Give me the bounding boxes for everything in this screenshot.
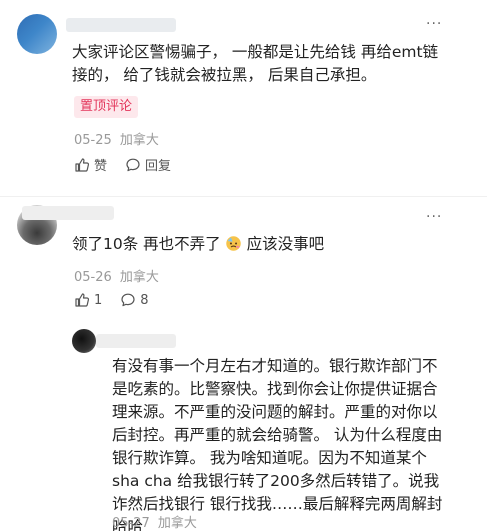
comment-1: ··· 大家评论区警惕骗子， 一般都是让先给钱 再给emt链接的， 给了钱就会被… xyxy=(0,0,487,190)
comment-actions: 1 8 xyxy=(74,292,167,308)
thumb-up-icon xyxy=(75,157,90,172)
comment-date: 05-26 xyxy=(74,270,112,285)
reply-comment: 有没有事一个月左右才知道的。银行欺诈部门不是吃素的。比警察快。找到你会让你提供证… xyxy=(0,321,487,531)
comment-location: 加拿大 xyxy=(157,516,197,531)
avatar[interactable] xyxy=(17,14,57,54)
comment-date: 05-25 xyxy=(74,133,112,148)
reply-label: 回复 xyxy=(145,159,172,174)
more-icon[interactable]: ··· xyxy=(426,209,442,225)
comment-text-part: 应该没事吧 xyxy=(241,235,325,253)
comment-actions: 赞 回复 xyxy=(74,155,189,174)
comment-text: 有没有事一个月左右才知道的。银行欺诈部门不是吃素的。比警察快。找到你会让你提供证… xyxy=(112,357,443,531)
comment-meta: 05-26 加拿大 xyxy=(74,266,159,285)
like-label: 赞 xyxy=(94,159,108,174)
comment-date: 05-27 xyxy=(112,516,150,531)
comment-bubble-icon xyxy=(126,158,140,171)
thumb-up-icon xyxy=(75,293,90,307)
comment-location: 加拿大 xyxy=(119,270,159,285)
comment-text: 领了10条 再也不弄了 应该没事吧 xyxy=(72,233,452,256)
more-icon[interactable]: ··· xyxy=(426,16,442,32)
reply-count: 8 xyxy=(140,292,149,308)
reply-button[interactable]: 回复 xyxy=(125,155,171,174)
comment-bubble-icon xyxy=(121,293,135,307)
username[interactable] xyxy=(66,18,176,32)
avatar[interactable] xyxy=(72,329,96,353)
comment-meta: 05-27 加拿大 xyxy=(112,512,197,531)
comment-text-part: 领了10条 再也不弄了 xyxy=(72,235,221,253)
comment-location: 加拿大 xyxy=(119,133,159,148)
comment-meta: 05-25 加拿大 xyxy=(74,129,159,148)
like-button[interactable]: 1 xyxy=(74,292,102,308)
username[interactable] xyxy=(22,206,114,220)
reply-button[interactable]: 8 xyxy=(120,292,149,308)
comment-text: 大家评论区警惕骗子， 一般都是让先给钱 再给emt链接的， 给了钱就会被拉黑， … xyxy=(72,43,439,84)
emoji-icon xyxy=(225,236,241,251)
comment-2: ··· 领了10条 再也不弄了 应该没事吧 05-26 加拿大 1 8 xyxy=(0,196,487,321)
like-count: 1 xyxy=(94,292,103,308)
pinned-badge: 置顶评论 xyxy=(74,96,139,118)
like-button[interactable]: 赞 xyxy=(74,155,107,174)
username[interactable] xyxy=(96,334,176,348)
